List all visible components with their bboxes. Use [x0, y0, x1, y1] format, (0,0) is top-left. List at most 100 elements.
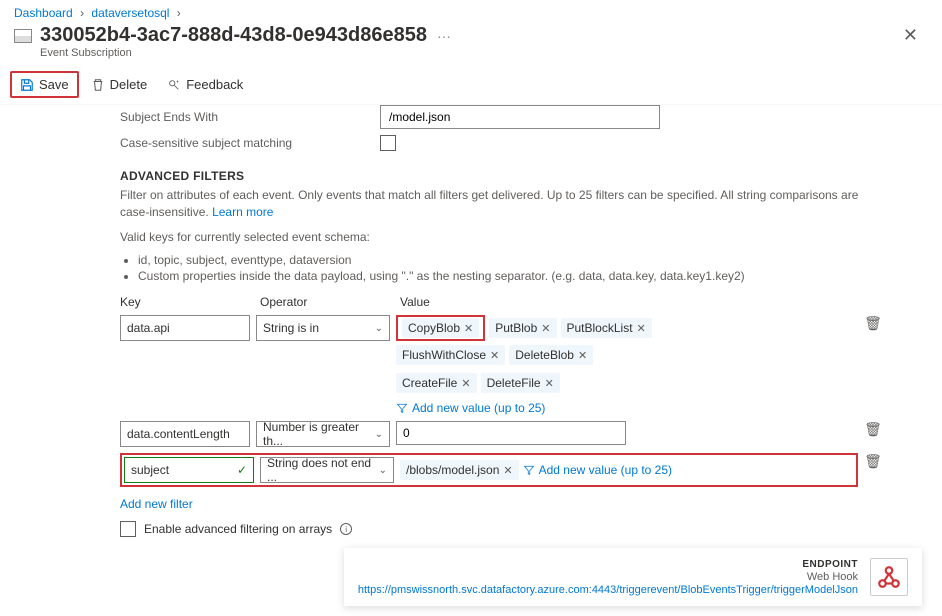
remove-icon[interactable]: ✕ — [541, 322, 550, 335]
value-tag[interactable]: DeleteBlob ✕ — [509, 345, 593, 365]
col-key-header: Key — [120, 295, 260, 309]
delete-label: Delete — [110, 77, 148, 92]
tag-label: PutBlockList — [567, 321, 633, 335]
highlight: CopyBlob ✕ — [396, 315, 485, 341]
page-title: 330052b4-3ac7-888d-43d8-0e943d86e858 — [40, 24, 427, 47]
operator-label: String is in — [263, 321, 319, 335]
breadcrumb-resource[interactable]: dataversetosql — [91, 6, 169, 20]
filter-values — [396, 421, 858, 445]
enable-arrays-checkbox[interactable] — [120, 521, 136, 537]
delete-filter-icon[interactable]: 🗑 — [864, 421, 882, 438]
feedback-label: Feedback — [186, 77, 243, 92]
tag-label: FlushWithClose — [402, 348, 486, 362]
remove-icon[interactable]: ✕ — [503, 464, 512, 477]
value-tag[interactable]: FlushWithClose ✕ — [396, 345, 505, 365]
page-subtitle: Event Subscription — [0, 47, 942, 65]
add-value-button[interactable]: Add new value (up to 25) — [523, 463, 672, 477]
feedback-button[interactable]: Feedback — [159, 71, 251, 98]
feedback-icon — [167, 78, 181, 92]
endpoint-type: Web Hook — [358, 571, 858, 583]
valid-keys-intro: Valid keys for currently selected event … — [120, 229, 882, 246]
delete-button[interactable]: Delete — [83, 71, 156, 98]
filter-column-headers: Key Operator Value — [120, 295, 882, 309]
tag-label: /blobs/model.json — [406, 463, 499, 477]
endpoint-text: ENDPOINT Web Hook https://pmswissnorth.s… — [358, 559, 858, 596]
filter-values: /blobs/model.json ✕ Add new value (up to … — [400, 460, 854, 480]
case-sensitive-label: Case-sensitive subject matching — [120, 136, 380, 150]
subject-ends-with-label: Subject Ends With — [120, 110, 380, 124]
breadcrumb-dashboard[interactable]: Dashboard — [14, 6, 73, 20]
value-tag[interactable]: CopyBlob ✕ — [402, 318, 479, 338]
filter-key-input[interactable]: subject — [124, 457, 254, 483]
subject-ends-with-input[interactable] — [380, 105, 660, 129]
tag-label: PutBlob — [495, 321, 537, 335]
chevron-down-icon: ⌄ — [375, 429, 383, 440]
operator-label: String does not end ... — [267, 456, 379, 484]
add-value-button[interactable]: Add new value (up to 25) — [396, 401, 545, 415]
filter-key-input[interactable]: data.contentLength — [120, 421, 250, 447]
remove-icon[interactable]: ✕ — [461, 377, 470, 390]
save-icon — [20, 78, 34, 92]
add-value-label: Add new value (up to 25) — [539, 463, 672, 477]
webhook-icon — [870, 558, 908, 596]
value-tag[interactable]: CreateFile ✕ — [396, 373, 477, 393]
value-tag[interactable]: DeleteFile ✕ — [481, 373, 560, 393]
page-header: 330052b4-3ac7-888d-43d8-0e943d86e858 ···… — [0, 22, 942, 47]
tag-label: CreateFile — [402, 376, 457, 390]
filter-value-input[interactable] — [396, 421, 626, 445]
filter-operator-select[interactable]: Number is greater th... ⌄ — [256, 421, 390, 447]
toolbar: Save Delete Feedback — [0, 65, 942, 105]
tag-label: DeleteFile — [487, 376, 541, 390]
delete-filter-icon[interactable]: 🗑 — [864, 453, 882, 470]
value-tag[interactable]: PutBlockList ✕ — [561, 318, 652, 338]
info-icon[interactable]: i — [340, 523, 352, 535]
save-label: Save — [39, 77, 69, 92]
list-item: id, topic, subject, eventtype, dataversi… — [138, 253, 882, 267]
endpoint-card: ENDPOINT Web Hook https://pmswissnorth.s… — [344, 548, 922, 606]
advanced-filters-desc: Filter on attributes of each event. Only… — [120, 187, 882, 221]
remove-icon[interactable]: ✕ — [578, 349, 587, 362]
delete-filter-icon[interactable]: 🗑 — [864, 315, 882, 332]
add-value-label: Add new value (up to 25) — [412, 401, 545, 415]
case-sensitive-row: Case-sensitive subject matching — [120, 135, 882, 151]
filter-key-input[interactable]: data.api — [120, 315, 250, 341]
learn-more-link[interactable]: Learn more — [212, 205, 273, 219]
endpoint-label: ENDPOINT — [358, 559, 858, 570]
remove-icon[interactable]: ✕ — [464, 322, 473, 335]
chevron-right-icon: › — [80, 6, 84, 20]
tag-label: DeleteBlob — [515, 348, 574, 362]
more-icon[interactable]: ··· — [437, 28, 451, 44]
filter-operator-select[interactable]: String does not end ... ⌄ — [260, 457, 394, 483]
filter-row: subject String does not end ... ⌄ /blobs… — [120, 453, 882, 487]
filter-operator-select[interactable]: String is in ⌄ — [256, 315, 390, 341]
resource-icon — [14, 29, 32, 43]
trash-icon — [91, 78, 105, 92]
col-value-header: Value — [400, 295, 882, 309]
remove-icon[interactable]: ✕ — [490, 349, 499, 362]
operator-label: Number is greater th... — [263, 420, 375, 448]
remove-icon[interactable]: ✕ — [545, 377, 554, 390]
filter-add-icon — [523, 464, 535, 476]
filter-add-icon — [396, 402, 408, 414]
advanced-filters-title: ADVANCED FILTERS — [120, 169, 882, 183]
subject-ends-with-row: Subject Ends With — [120, 105, 882, 129]
value-tag[interactable]: PutBlob ✕ — [489, 318, 556, 338]
breadcrumb: Dashboard › dataversetosql › — [0, 0, 942, 22]
remove-icon[interactable]: ✕ — [637, 322, 646, 335]
filter-values: CopyBlob ✕ PutBlob ✕ PutBlockList ✕ FlushWi… — [396, 315, 736, 415]
content-area: Subject Ends With Case-sensitive subject… — [0, 105, 942, 585]
enable-arrays-row: Enable advanced filtering on arrays i — [120, 521, 882, 537]
enable-arrays-label: Enable advanced filtering on arrays — [144, 522, 332, 536]
case-sensitive-checkbox[interactable] — [380, 135, 396, 151]
tag-label: CopyBlob — [408, 321, 460, 335]
save-button[interactable]: Save — [10, 71, 79, 98]
value-tag[interactable]: /blobs/model.json ✕ — [400, 460, 519, 480]
filter-row: data.api String is in ⌄ CopyBlob ✕ PutBlo… — [120, 315, 882, 415]
list-item: Custom properties inside the data payloa… — [138, 269, 882, 283]
close-icon[interactable]: ✕ — [903, 25, 918, 46]
col-operator-header: Operator — [260, 295, 400, 309]
chevron-right-icon: › — [177, 6, 181, 20]
chevron-down-icon: ⌄ — [375, 323, 383, 334]
add-filter-link[interactable]: Add new filter — [120, 497, 882, 511]
endpoint-url[interactable]: https://pmswissnorth.svc.datafactory.azu… — [358, 584, 858, 596]
